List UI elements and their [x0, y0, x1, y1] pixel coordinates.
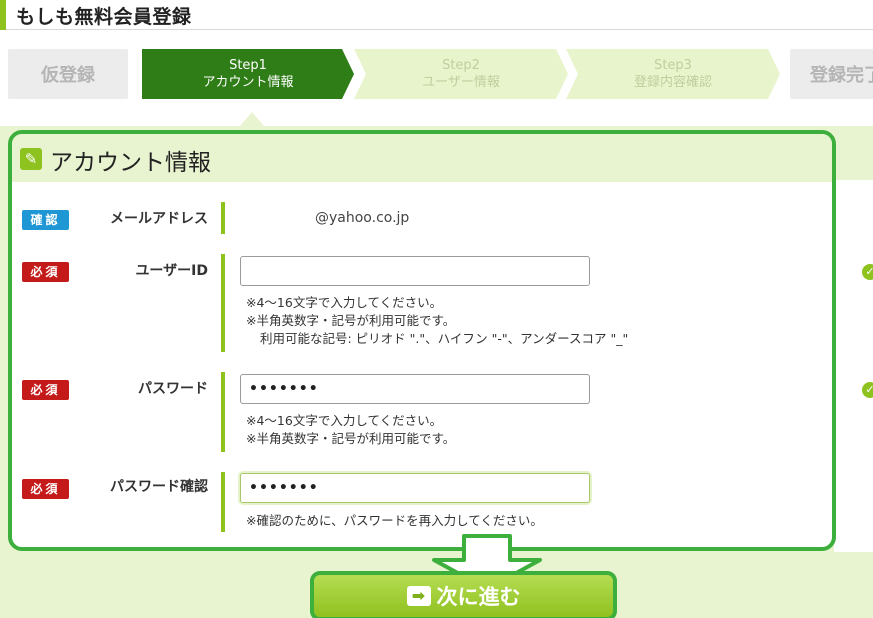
page-title: もしも無料会員登録 [16, 6, 192, 28]
step-2-number: Step2 [442, 58, 480, 73]
step-2-name: ユーザー情報 [422, 75, 500, 90]
step-1-active: Step1 アカウント情報 [142, 49, 354, 99]
step-1-number: Step1 [229, 58, 267, 73]
email-label: メールアドレス [110, 211, 208, 227]
panel-header: ✎ アカウント情報 [12, 134, 832, 182]
row-divider [221, 202, 225, 234]
next-button-label: 次に進む [436, 585, 521, 609]
step-1-name: アカウント情報 [202, 75, 294, 90]
password-confirm-input[interactable]: ••••••• [240, 473, 590, 503]
next-button[interactable]: ➡ 次に進む [310, 571, 617, 618]
user-id-label: ユーザーID [135, 263, 208, 279]
user-id-valid-check-icon: ✓ [862, 264, 873, 280]
email-value: @yahoo.co.jp [315, 210, 410, 226]
panel-title: アカウント情報 [50, 150, 211, 176]
account-info-panel: ✎ アカウント情報 確認 メールアドレス @yahoo.co.jp 必須 ユーザ… [8, 130, 836, 551]
arrow-right-icon: ➡ [406, 586, 431, 606]
edit-pencil-icon: ✎ [20, 148, 42, 170]
password-input[interactable]: ••••••• [240, 374, 590, 404]
form-side-area [834, 180, 873, 552]
password-confirm-label: パスワード確認 [110, 479, 208, 495]
step-3-number: Step3 [654, 58, 692, 73]
page-header: もしも無料会員登録 [0, 0, 873, 30]
password-hint-chars: ※半角英数字・記号が利用可能です。 [246, 431, 456, 446]
required-badge: 必須 [22, 479, 69, 499]
header-accent-bar [0, 0, 6, 30]
row-divider [221, 372, 225, 452]
step-complete: 登録完了 [790, 49, 873, 99]
step-3: Step3 登録内容確認 [566, 49, 780, 99]
user-id-hint-length: ※4～16文字で入力してください。 [246, 295, 443, 310]
required-badge: 必須 [22, 380, 69, 400]
row-divider [221, 254, 225, 352]
required-badge: 必須 [22, 262, 69, 282]
password-hint-length: ※4～16文字で入力してください。 [246, 413, 443, 428]
password-valid-check-icon: ✓ [862, 382, 873, 398]
step-2: Step2 ユーザー情報 [354, 49, 568, 99]
user-id-hint-symbols: 利用可能な記号: ピリオド "."、ハイフン "-"、アンダースコア "_" [260, 331, 629, 346]
confirm-badge: 確認 [22, 210, 69, 230]
password-confirm-hint: ※確認のために、パスワードを再入力してください。 [246, 513, 543, 528]
user-id-input[interactable] [240, 256, 590, 286]
user-id-hint-chars: ※半角英数字・記号が利用可能です。 [246, 313, 456, 328]
password-label: パスワード [138, 381, 208, 397]
current-step-pointer [240, 112, 264, 126]
row-divider [221, 472, 225, 532]
step-pre-registration: 仮登録 [8, 49, 128, 99]
step-3-name: 登録内容確認 [633, 75, 712, 90]
